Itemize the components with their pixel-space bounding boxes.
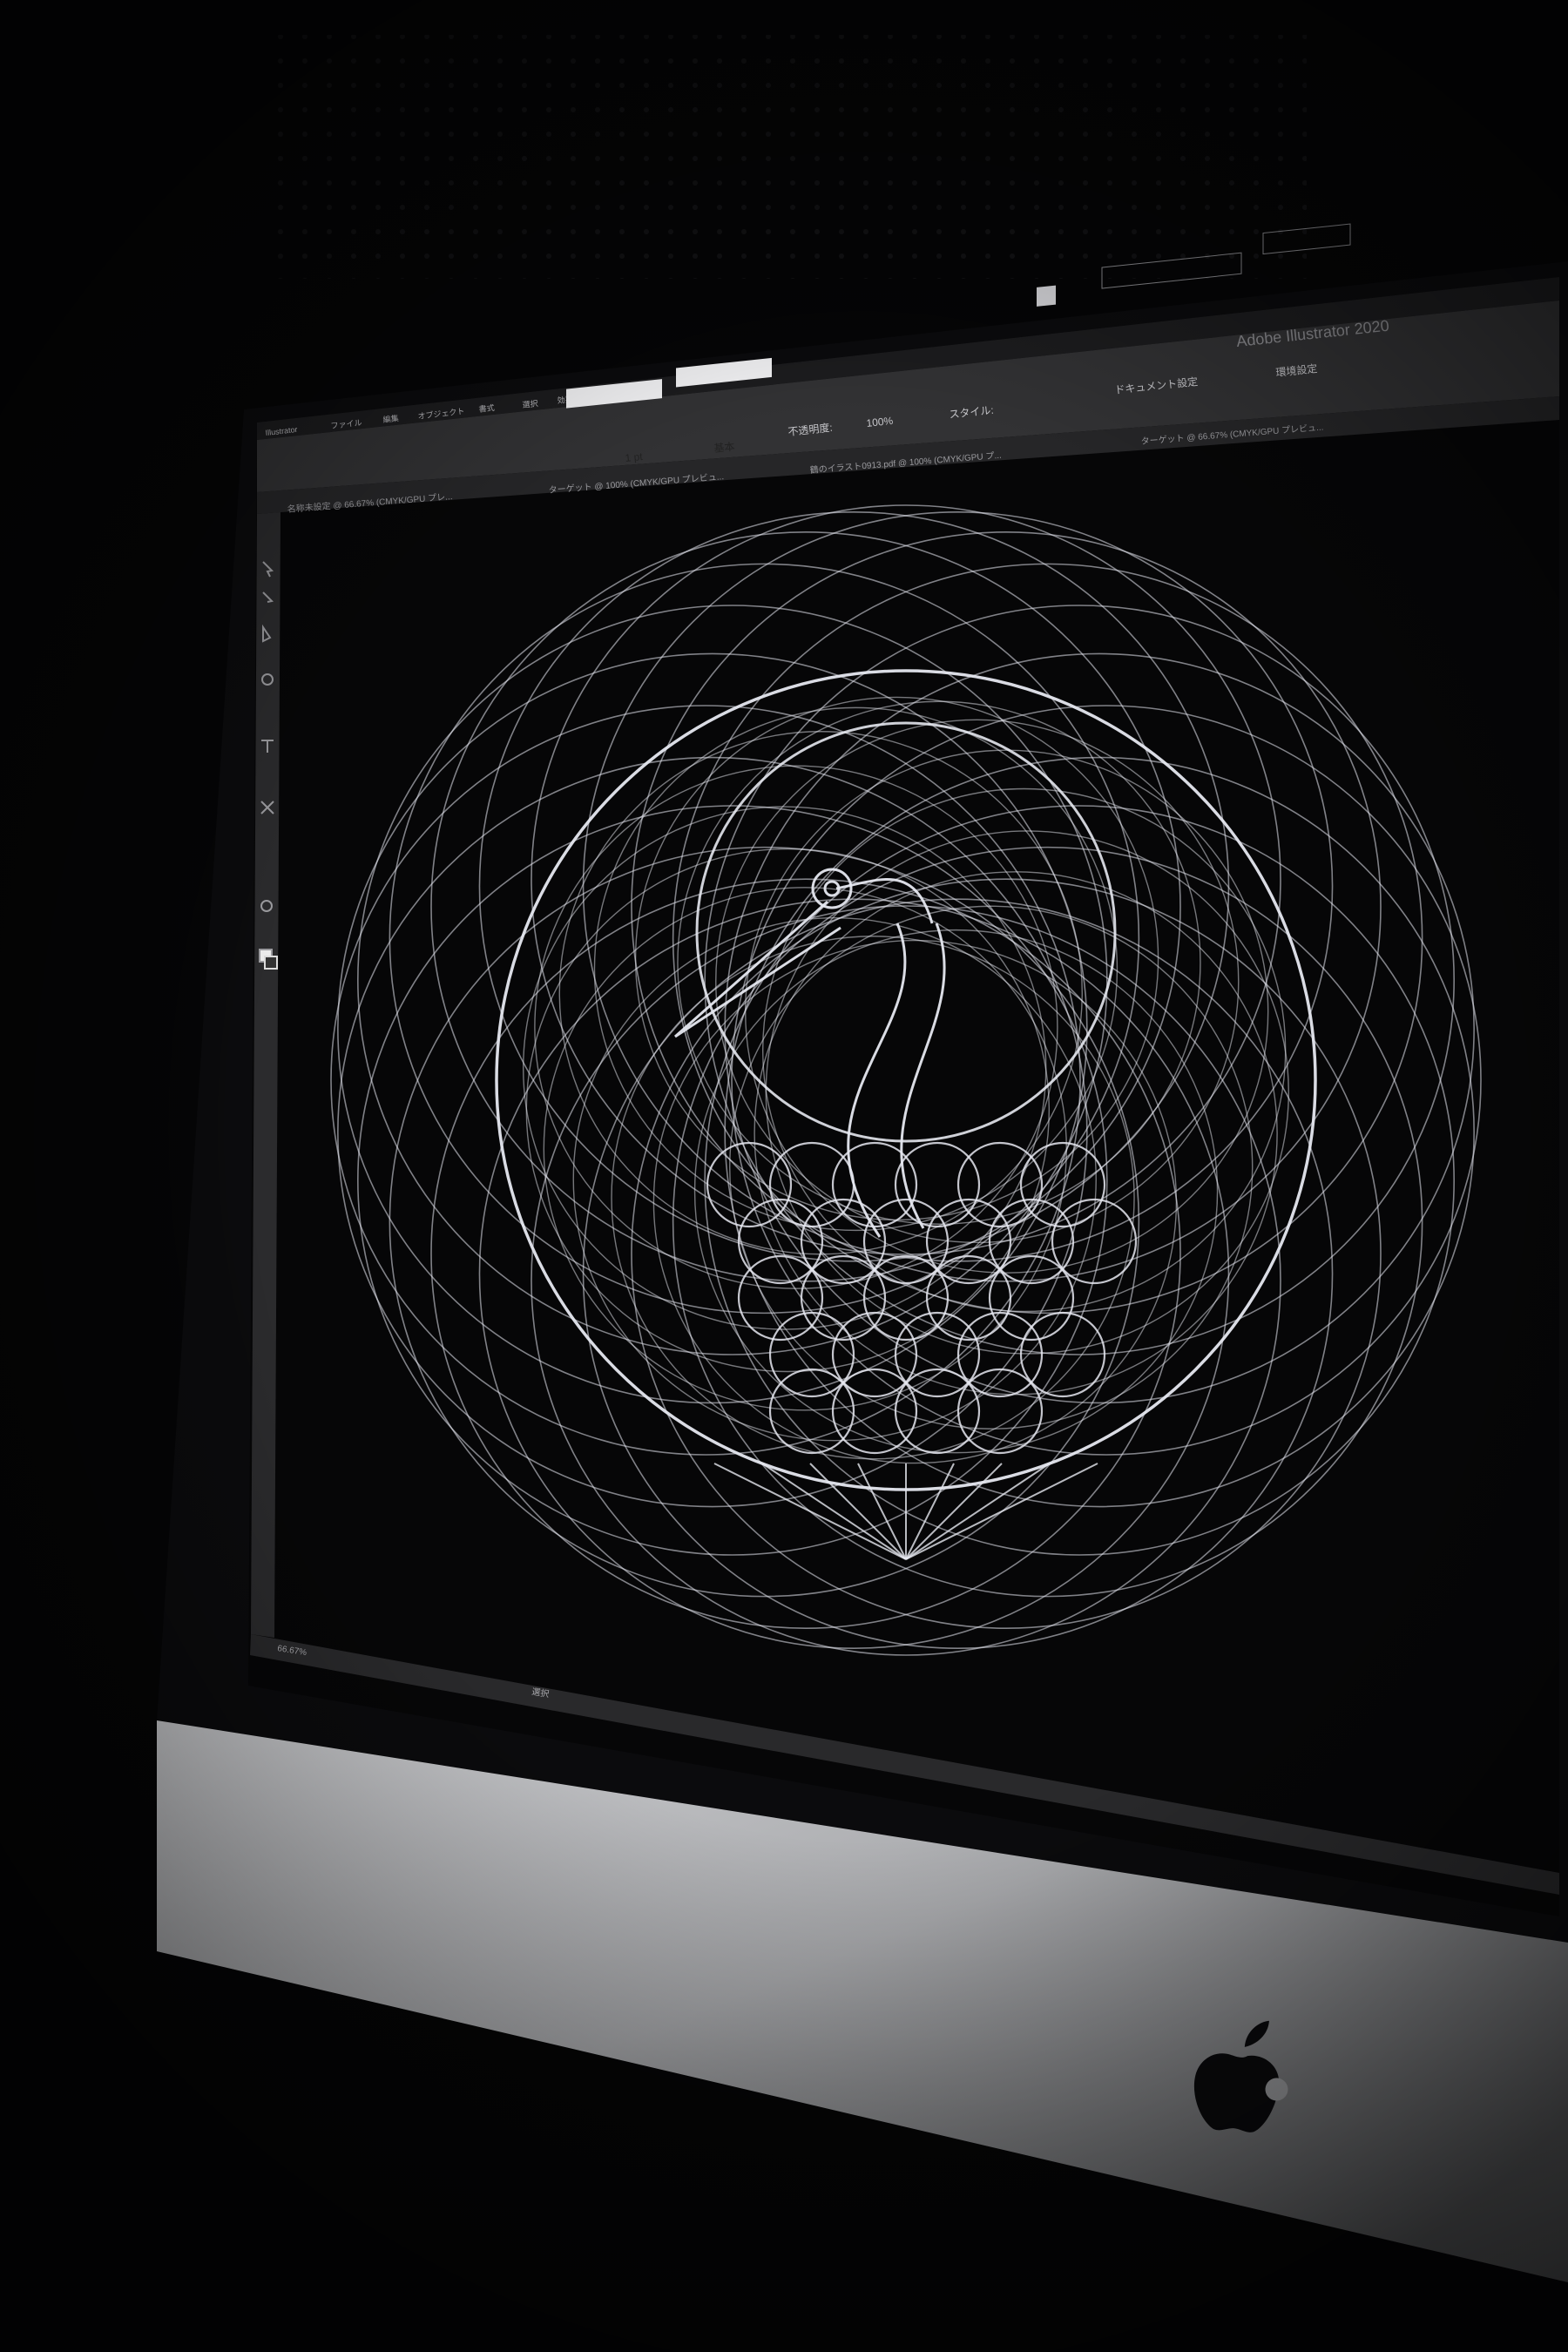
menu-item[interactable]: 書式 bbox=[478, 402, 495, 414]
menu-item[interactable]: 選択 bbox=[522, 398, 538, 409]
style-swatch[interactable] bbox=[1037, 285, 1056, 307]
menu-item[interactable]: 編集 bbox=[382, 413, 399, 424]
stroke-weight-value: 1 pt bbox=[625, 450, 644, 464]
stroke-style-value: 基本 bbox=[713, 441, 735, 455]
photo-scene: Adobe Illustrator 2020 Illustrator ファイル … bbox=[0, 0, 1568, 2352]
speaker-grille bbox=[261, 35, 1307, 279]
stroke-swatch[interactable] bbox=[264, 956, 278, 970]
